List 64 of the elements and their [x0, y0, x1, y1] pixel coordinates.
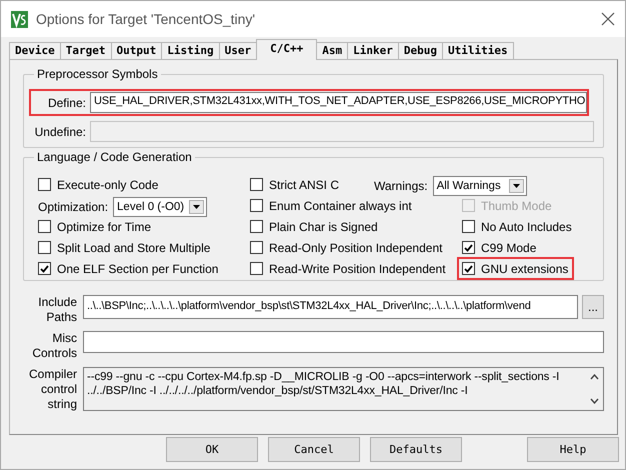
app-logo-icon	[11, 10, 28, 28]
select-label: Optimization:	[38, 200, 108, 214]
checkbox-label: Execute-only Code	[57, 178, 158, 192]
checkbox[interactable]	[250, 241, 263, 254]
tab[interactable]: Target	[60, 42, 112, 59]
dropdown[interactable]: All Warnings	[432, 176, 527, 196]
tab[interactable]: Device	[9, 42, 61, 59]
window-title: Options for Target 'TencentOS_tiny'	[36, 11, 256, 27]
select-label: Warnings:	[374, 178, 428, 192]
checkmark-icon	[464, 244, 473, 252]
field-label: Compiler control string	[28, 367, 77, 412]
checkbox[interactable]	[250, 199, 263, 212]
dialog-button[interactable]: OK	[166, 437, 258, 462]
field-label: Include Paths	[37, 295, 77, 325]
dialog-button[interactable]: Help	[527, 437, 619, 462]
checkbox[interactable]	[38, 220, 51, 233]
checkbox[interactable]	[462, 262, 475, 275]
checkbox[interactable]	[38, 178, 51, 191]
field-label: Undefine:	[34, 124, 86, 138]
checkbox-label: Plain Char is Signed	[269, 220, 378, 234]
checkbox[interactable]	[250, 220, 263, 233]
checkbox-label: Read-Only Position Independent	[269, 240, 442, 254]
tab[interactable]: Debug	[398, 42, 443, 59]
dialog-button[interactable]: Cancel	[268, 437, 360, 462]
scroll-down-icon[interactable]	[590, 398, 598, 404]
tab[interactable]: Listing	[161, 42, 220, 59]
input-field[interactable]: USE_HAL_DRIVER,STM32L431xx,WITH_TOS_NET_ADAPTER,USE_ESP8266,USE_MICROPYTHO	[90, 92, 587, 113]
text-area[interactable]: --c99 --gnu -c --cpu Cortex-M4.fp.sp -D__MICROLIB -g -O0 --apcs=interwork --split_sections -I ../../BSP/Inc -I ../../../../platform/vendor_bsp/st/STM32L4xx_HAL_Driver/Inc -I	[83, 367, 604, 411]
checkmark-icon	[464, 264, 473, 272]
group-title: Preprocessor Symbols	[34, 67, 161, 81]
close-icon[interactable]	[601, 12, 615, 26]
input-field[interactable]: ..\..\BSP\Inc;..\..\..\..\platform\vendor_bsp\st\STM32L4xx_HAL_Driver\Inc;..\..\..\..\platform\vend	[83, 295, 578, 319]
text-line: ../../BSP/Inc -I ../../../../platform/vendor_bsp/st/STM32L4xx_HAL_Driver/Inc -I	[87, 384, 469, 398]
checkmark-icon	[40, 264, 49, 272]
dropdown[interactable]: Level 0 (-O0)	[113, 196, 208, 216]
tab[interactable]: Utilities	[442, 42, 514, 59]
checkbox-label: Optimize for Time	[57, 220, 152, 234]
group-title: Language / Code Generation	[34, 150, 195, 164]
checkbox-label: No Auto Includes	[481, 220, 572, 234]
checkbox-label: One ELF Section per Function	[57, 262, 218, 276]
checkbox[interactable]	[250, 178, 263, 191]
checkbox[interactable]	[250, 262, 263, 275]
scroll-up-icon[interactable]	[590, 374, 598, 380]
dialog-button[interactable]: Defaults	[370, 437, 462, 462]
checkbox[interactable]	[462, 241, 475, 254]
field-label: Misc Controls	[31, 331, 77, 361]
checkbox-label: Thumb Mode	[481, 198, 552, 212]
caret-icon	[193, 204, 200, 208]
tab[interactable]: C/C++	[256, 39, 318, 60]
checkbox-label: Split Load and Store Multiple	[57, 240, 210, 254]
caret-icon	[512, 184, 520, 188]
checkbox[interactable]	[38, 241, 51, 254]
checkbox-label: GNU extensions	[481, 262, 568, 276]
checkbox-label: Enum Container always int	[269, 198, 412, 212]
text-line: --c99 --gnu -c --cpu Cortex-M4.fp.sp -D__MICROLIB -g -O0 --apcs=interwork --split_sections -I	[87, 370, 560, 384]
checkbox[interactable]	[462, 220, 475, 233]
checkbox[interactable]	[38, 262, 51, 275]
field-label: Define:	[46, 96, 86, 110]
browse-button[interactable]: ...	[582, 295, 604, 319]
tab[interactable]: Output	[110, 42, 162, 59]
checkbox-label: C99 Mode	[481, 240, 536, 254]
checkbox-label: Read-Write Position Independent	[269, 262, 446, 276]
input-field[interactable]	[83, 331, 604, 353]
checkbox-label: Strict ANSI C	[269, 178, 340, 192]
